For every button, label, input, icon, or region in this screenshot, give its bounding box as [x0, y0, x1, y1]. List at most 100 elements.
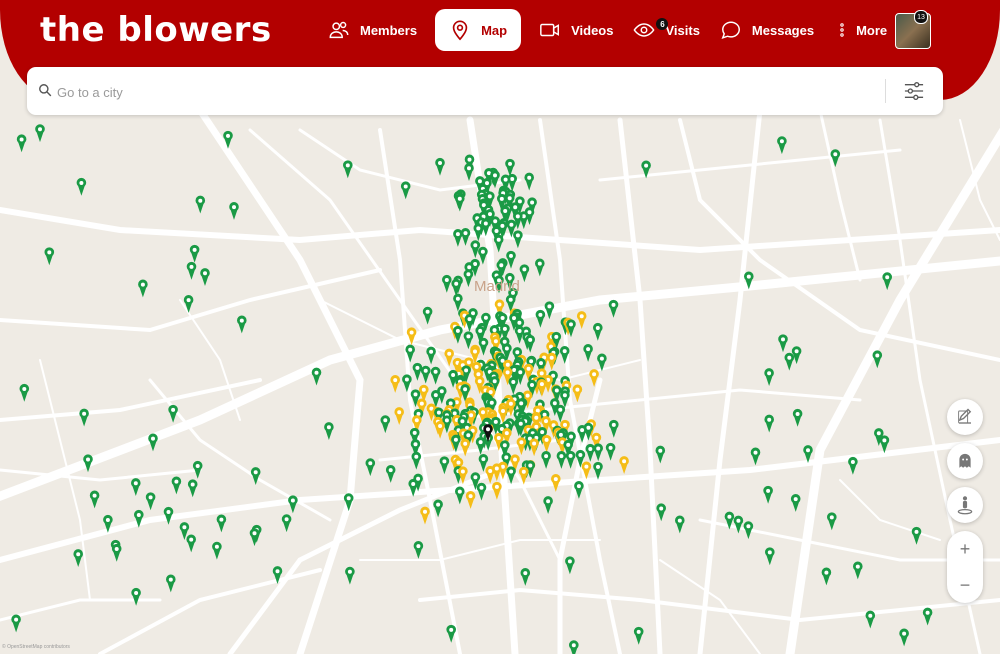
member-marker[interactable]	[764, 414, 774, 433]
member-marker[interactable]	[237, 315, 247, 334]
member-marker[interactable]	[187, 479, 198, 498]
member-marker[interactable]	[792, 408, 803, 427]
filter-sliders-icon[interactable]	[903, 81, 925, 101]
member-marker[interactable]	[583, 344, 593, 362]
member-marker[interactable]	[505, 158, 515, 177]
member-marker[interactable]	[460, 438, 470, 457]
member-marker[interactable]	[593, 443, 603, 462]
member-marker[interactable]	[821, 567, 832, 586]
nav-videos[interactable]: Videos	[529, 9, 623, 51]
nav-messages[interactable]: Messages	[710, 9, 824, 51]
member-marker[interactable]	[430, 366, 441, 385]
member-marker[interactable]	[35, 124, 45, 143]
member-marker[interactable]	[493, 234, 504, 253]
member-marker[interactable]	[390, 375, 400, 393]
zoom-in-button[interactable]: +	[947, 531, 983, 567]
member-marker[interactable]	[764, 368, 774, 386]
member-marker[interactable]	[453, 229, 463, 247]
member-marker[interactable]	[555, 404, 566, 423]
member-marker[interactable]	[16, 134, 27, 153]
member-marker[interactable]	[476, 482, 487, 501]
edit-button[interactable]	[947, 399, 983, 435]
member-marker[interactable]	[619, 456, 629, 474]
member-marker[interactable]	[229, 202, 239, 220]
member-marker[interactable]	[426, 346, 436, 365]
member-marker[interactable]	[183, 295, 194, 313]
member-marker[interactable]	[535, 309, 546, 328]
member-marker[interactable]	[733, 515, 744, 534]
member-marker[interactable]	[311, 367, 322, 386]
member-marker[interactable]	[470, 240, 481, 259]
member-marker[interactable]	[465, 491, 476, 509]
nav-map[interactable]: Map	[435, 9, 522, 51]
app-logo[interactable]: the blowers	[40, 10, 272, 50]
member-marker[interactable]	[763, 485, 773, 504]
member-marker[interactable]	[411, 451, 422, 470]
member-marker[interactable]	[189, 244, 200, 263]
member-marker[interactable]	[778, 334, 788, 353]
member-marker[interactable]	[569, 640, 579, 654]
member-marker[interactable]	[765, 547, 775, 566]
member-marker[interactable]	[519, 264, 530, 283]
member-marker[interactable]	[633, 626, 644, 645]
member-marker[interactable]	[524, 172, 534, 191]
member-marker[interactable]	[922, 607, 933, 626]
member-marker[interactable]	[872, 350, 883, 369]
member-marker[interactable]	[131, 587, 141, 606]
member-marker[interactable]	[777, 136, 787, 155]
member-marker[interactable]	[541, 451, 551, 469]
member-marker[interactable]	[73, 549, 83, 567]
member-marker[interactable]	[412, 362, 423, 381]
member-marker[interactable]	[464, 163, 474, 181]
member-marker[interactable]	[750, 447, 761, 466]
member-marker[interactable]	[593, 322, 603, 341]
member-marker[interactable]	[911, 526, 922, 545]
zoom-out-button[interactable]: −	[947, 567, 983, 603]
member-marker[interactable]	[508, 376, 519, 395]
member-marker[interactable]	[200, 268, 210, 286]
member-marker[interactable]	[675, 515, 685, 534]
member-marker[interactable]	[400, 181, 411, 200]
member-marker[interactable]	[899, 628, 909, 647]
member-marker[interactable]	[492, 481, 502, 500]
member-marker[interactable]	[848, 456, 858, 475]
member-marker[interactable]	[784, 352, 795, 371]
member-marker[interactable]	[138, 279, 148, 298]
member-marker[interactable]	[44, 247, 55, 266]
member-marker[interactable]	[435, 157, 445, 176]
member-marker[interactable]	[827, 512, 837, 531]
ghost-mode-button[interactable]	[947, 443, 983, 479]
member-marker[interactable]	[455, 486, 465, 505]
city-search-input[interactable]	[55, 77, 879, 107]
member-marker[interactable]	[76, 177, 87, 196]
member-marker[interactable]	[585, 443, 596, 462]
member-marker[interactable]	[413, 541, 424, 559]
member-marker[interactable]	[460, 228, 471, 246]
member-marker[interactable]	[345, 566, 355, 585]
member-marker[interactable]	[541, 434, 552, 453]
member-marker[interactable]	[576, 311, 587, 329]
member-marker[interactable]	[609, 419, 619, 438]
member-marker[interactable]	[478, 337, 489, 356]
member-marker[interactable]	[79, 408, 89, 427]
street-view-button[interactable]	[947, 487, 983, 523]
member-marker[interactable]	[535, 258, 545, 277]
member-marker[interactable]	[572, 384, 583, 403]
member-marker[interactable]	[281, 514, 292, 533]
member-marker[interactable]	[520, 568, 531, 586]
member-marker[interactable]	[790, 494, 801, 512]
member-marker[interactable]	[385, 465, 396, 483]
member-marker[interactable]	[853, 561, 863, 580]
member-marker[interactable]	[882, 272, 892, 291]
nav-members[interactable]: Members	[318, 9, 427, 51]
member-marker[interactable]	[216, 514, 227, 533]
member-marker[interactable]	[186, 534, 196, 553]
member-marker[interactable]	[380, 415, 391, 434]
member-marker[interactable]	[195, 195, 206, 214]
member-marker[interactable]	[19, 383, 30, 402]
member-marker[interactable]	[865, 610, 876, 629]
member-marker[interactable]	[394, 407, 404, 425]
member-marker[interactable]	[463, 269, 474, 288]
member-marker[interactable]	[365, 458, 376, 477]
member-marker[interactable]	[442, 274, 452, 293]
